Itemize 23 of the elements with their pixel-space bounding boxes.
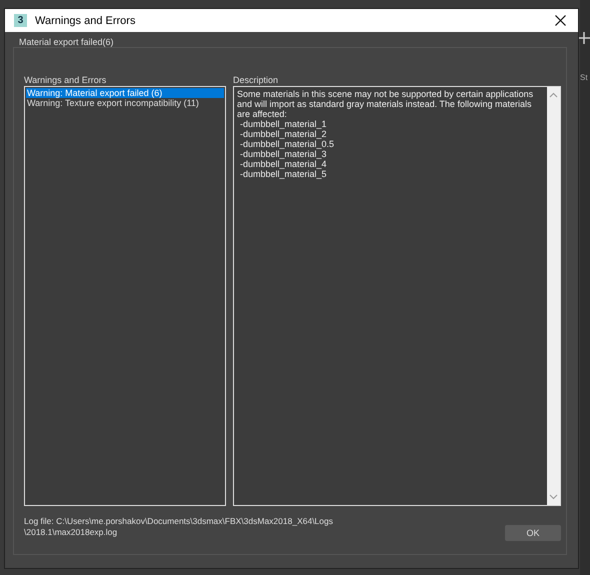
log-file-path: \2018.1\max2018exp.log (24, 527, 118, 538)
material-name: -dumbbell_material_0.5 (239, 139, 336, 149)
description-text: Some materials in this scene may not be supported by certain applications and will import as standard gray materials instead. The following materials are affected: (237, 89, 534, 119)
description-label: Description (233, 75, 280, 85)
log-file-path: Log file: C:\Users\me.porshakov\Documents\3dsmax\FBX\3dsMax2018_X64\Logs (24, 516, 333, 527)
scroll-bar[interactable] (547, 87, 560, 505)
ok-button[interactable]: OK (505, 525, 561, 541)
plus-icon[interactable] (578, 32, 590, 44)
scroll-down-icon[interactable] (549, 494, 558, 500)
close-icon[interactable] (555, 15, 566, 26)
panel-label: St (580, 73, 588, 82)
warning-item[interactable]: Warning: Texture export incompatibility (11) (26, 98, 224, 108)
list-label: Warnings and Errors (24, 75, 108, 85)
group-title: Material export failed(6) (18, 37, 115, 47)
warning-item[interactable]: Warning: Material export failed (6) (26, 88, 224, 98)
material-name: -dumbbell_material_1 (239, 119, 328, 129)
material-name: -dumbbell_material_5 (239, 169, 328, 179)
material-name: -dumbbell_material_4 (239, 159, 328, 169)
app-icon: 3 (14, 14, 27, 27)
material-name: -dumbbell_material_3 (239, 149, 328, 159)
window-title: Warnings and Errors (35, 14, 136, 26)
material-name: -dumbbell_material_2 (239, 129, 328, 139)
scroll-up-icon[interactable] (549, 92, 558, 98)
